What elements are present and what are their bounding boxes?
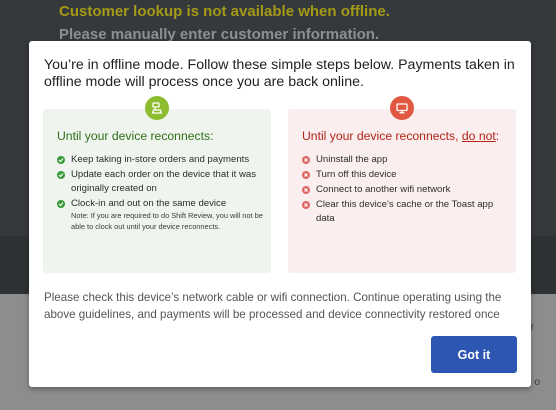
list-item-text: Connect to another wifi network [316,184,451,195]
x-icon [302,186,310,194]
list-item: Clear this device’s cache or the Toast a… [302,198,508,225]
dont-heading-prefix: Until your device reconnects, [302,129,462,143]
list-item-text: Update each order on the device that it … [71,169,257,194]
list-item: Connect to another wifi network [302,183,508,197]
dont-card-heading: Until your device reconnects, do not: [302,129,499,143]
check-icon [57,171,65,179]
check-icon [57,156,65,164]
list-item: Turn off this device [302,168,508,182]
do-card: Until your device reconnects: Keep takin… [43,96,271,273]
dont-heading-suffix: : [495,129,500,143]
dont-heading-emphasis: do not [461,129,496,143]
list-item: Uninstall the app [302,153,508,167]
background-edge-text: r [530,322,534,333]
pos-terminal-icon [145,96,169,120]
list-item: Clock-in and out on the same device Note… [57,197,263,233]
list-item-text: Clear this device’s cache or the Toast a… [316,199,494,224]
got-it-button[interactable]: Got it [431,336,517,373]
dialog-title: You’re in offline mode. Follow these sim… [44,57,515,90]
list-item-text: Uninstall the app [316,154,388,165]
do-card-heading: Until your device reconnects: [57,129,214,143]
x-icon [302,171,310,179]
background-edge-text: o [534,377,540,388]
x-icon [302,201,310,209]
network-guidance-text: Please check this device’s network cable… [44,291,502,321]
check-icon [57,199,65,208]
list-item: Update each order on the device that it … [57,168,263,195]
dont-list: Uninstall the app Turn off this device C… [302,153,508,227]
list-item-text: Turn off this device [316,169,397,180]
offline-mode-dialog: You’re in offline mode. Follow these sim… [29,41,531,387]
dont-card: Until your device reconnects, do not: Un… [288,96,516,273]
do-list: Keep taking in-store orders and payments… [57,153,263,234]
list-item-text: Clock-in and out on the same device [71,197,227,209]
list-item: Keep taking in-store orders and payments [57,153,263,167]
shift-review-note: Note: If you are required to do Shift Re… [71,211,263,231]
offline-warning-text: Customer lookup is not available when of… [59,3,390,20]
kds-screen-icon [390,96,414,120]
x-icon [302,156,310,164]
list-item-text: Keep taking in-store orders and payments [71,154,250,165]
